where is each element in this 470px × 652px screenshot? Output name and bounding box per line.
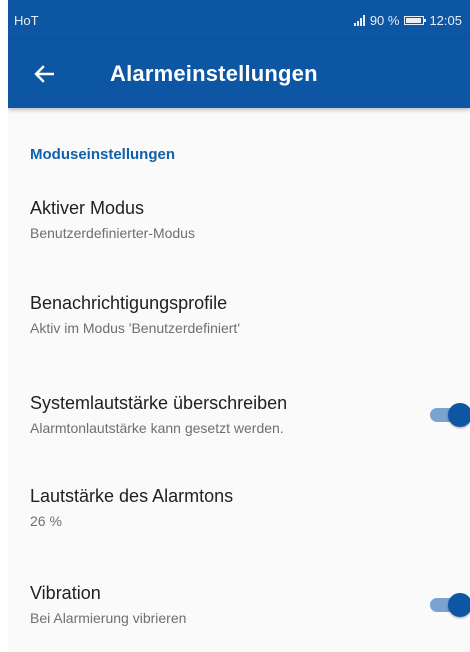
override-volume-toggle[interactable] — [430, 402, 470, 427]
status-indicators: 90 % 12:05 — [353, 12, 462, 28]
carrier-label: HoT — [14, 12, 39, 28]
battery-icon — [404, 15, 427, 25]
setting-subtitle: Bei Alarmierung vibrieren — [30, 610, 187, 626]
arrow-back-icon — [34, 65, 54, 83]
setting-notification-profiles[interactable]: Benachrichtigungsprofile Aktiv im Modus … — [8, 292, 470, 337]
toggle-thumb — [448, 592, 470, 617]
vibration-toggle[interactable] — [430, 592, 470, 617]
setting-title: Systemlautstärke überschreiben — [30, 393, 288, 413]
setting-active-mode[interactable]: Aktiver Modus Benutzerdefinierter-Modus — [8, 197, 470, 242]
setting-override-system-volume[interactable]: Systemlautstärke überschreiben Alarmtonl… — [8, 392, 470, 437]
app-bar: Alarmeinstellungen — [8, 40, 470, 108]
section-header: Moduseinstellungen — [30, 146, 176, 163]
battery-percent: 90 % — [369, 12, 400, 28]
signal-icon — [353, 14, 365, 26]
setting-subtitle: Aktiv im Modus 'Benutzerdefiniert' — [30, 320, 240, 336]
setting-title: Vibration — [30, 583, 101, 603]
setting-title: Aktiver Modus — [30, 198, 145, 218]
setting-subtitle: 26 % — [30, 513, 62, 529]
setting-title: Benachrichtigungsprofile — [30, 293, 228, 313]
back-button[interactable] — [16, 46, 72, 102]
status-bar: HoT 90 % 12:05 — [8, 0, 470, 40]
app-screen: HoT 90 % 12:05 Alarmeinstellungen Moduse… — [8, 0, 470, 652]
toggle-thumb — [448, 402, 470, 427]
setting-subtitle: Benutzerdefinierter-Modus — [30, 225, 195, 241]
setting-vibration[interactable]: Vibration Bei Alarmierung vibrieren — [8, 582, 470, 627]
setting-title: Lautstärke des Alarmtons — [30, 486, 234, 506]
setting-alarm-volume[interactable]: Lautstärke des Alarmtons 26 % — [8, 485, 470, 530]
page-title: Alarmeinstellungen — [110, 61, 318, 86]
clock: 12:05 — [429, 12, 462, 28]
setting-subtitle: Alarmtonlautstärke kann gesetzt werden. — [30, 420, 284, 436]
